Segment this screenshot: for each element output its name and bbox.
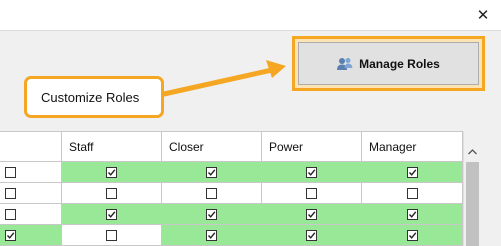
scroll-thumb[interactable] — [466, 162, 479, 246]
cell-power[interactable] — [262, 204, 362, 225]
cell-closer[interactable] — [162, 183, 262, 204]
cell-staff[interactable] — [62, 183, 162, 204]
checkbox-staff[interactable] — [106, 166, 117, 178]
title-bar: ✕ — [0, 0, 501, 30]
table-row[interactable] — [0, 162, 463, 183]
checkbox-closer[interactable] — [206, 187, 217, 199]
check-icon — [307, 231, 316, 239]
table-row[interactable] — [0, 183, 463, 204]
column-header-power[interactable]: Power — [262, 132, 362, 162]
checkbox-staff[interactable] — [106, 208, 117, 220]
check-icon — [307, 210, 316, 218]
cell-closer[interactable] — [162, 225, 262, 246]
cell-power[interactable] — [262, 162, 362, 183]
check-icon — [408, 210, 416, 218]
callout-text: Customize Roles — [41, 89, 140, 105]
customize-roles-callout: Customize Roles — [24, 76, 164, 118]
table-row[interactable] — [0, 204, 463, 225]
cell-closer[interactable] — [162, 162, 262, 183]
check-icon — [408, 231, 416, 239]
checkbox-closer[interactable] — [206, 229, 217, 241]
column-header-manager[interactable]: Manager — [362, 132, 463, 162]
vertical-scrollbar[interactable] — [463, 131, 501, 246]
checkbox-closer[interactable] — [206, 208, 217, 220]
row-select-checkbox[interactable] — [5, 187, 16, 199]
manage-roles-button[interactable]: Manage Roles — [298, 42, 479, 85]
checkbox-manager[interactable] — [406, 229, 418, 241]
column-header-closer[interactable]: Closer — [162, 132, 262, 162]
column-header-staff[interactable]: Staff — [62, 132, 162, 162]
checkbox-closer[interactable] — [206, 166, 217, 178]
cell-staff[interactable] — [62, 162, 162, 183]
row-select-checkbox[interactable] — [5, 166, 16, 178]
row-select-cell[interactable] — [0, 225, 62, 246]
row-select-checkbox[interactable] — [5, 208, 16, 220]
scroll-up-button[interactable] — [464, 143, 481, 160]
row-select-cell[interactable] — [0, 183, 62, 204]
roles-grid: Staff Closer Power Manager — [0, 131, 463, 246]
row-select-cell[interactable] — [0, 204, 62, 225]
checkbox-power[interactable] — [306, 208, 317, 220]
close-icon: ✕ — [476, 6, 490, 24]
checkbox-manager[interactable] — [406, 166, 418, 178]
checkbox-power[interactable] — [306, 166, 317, 178]
grid-header: Staff Closer Power Manager — [0, 132, 463, 162]
cell-closer[interactable] — [162, 204, 262, 225]
check-icon — [408, 168, 416, 176]
checkbox-staff[interactable] — [106, 229, 117, 241]
users-icon — [337, 57, 353, 71]
checkbox-power[interactable] — [306, 187, 317, 199]
check-icon — [307, 168, 316, 176]
check-icon — [6, 231, 15, 239]
checkbox-staff[interactable] — [106, 187, 117, 199]
chevron-up-icon — [468, 148, 477, 154]
cell-staff[interactable] — [62, 204, 162, 225]
check-icon — [207, 210, 216, 218]
check-icon — [207, 231, 216, 239]
checkbox-manager[interactable] — [406, 187, 418, 199]
column-header-select[interactable] — [0, 132, 62, 162]
cell-manager[interactable] — [362, 162, 463, 183]
row-select-cell[interactable] — [0, 162, 62, 183]
cell-manager[interactable] — [362, 204, 463, 225]
cell-manager[interactable] — [362, 183, 463, 204]
close-button[interactable]: ✕ — [473, 6, 493, 24]
cell-power[interactable] — [262, 225, 362, 246]
app-window: ✕ Manage Roles Customize Roles Staff Clo… — [0, 0, 501, 246]
cell-staff[interactable] — [62, 225, 162, 246]
check-icon — [207, 168, 216, 176]
cell-power[interactable] — [262, 183, 362, 204]
row-select-checkbox[interactable] — [5, 229, 16, 241]
manage-roles-label: Manage Roles — [359, 56, 440, 71]
check-icon — [107, 210, 116, 218]
checkbox-manager[interactable] — [406, 208, 418, 220]
check-icon — [107, 168, 116, 176]
checkbox-power[interactable] — [306, 229, 317, 241]
cell-manager[interactable] — [362, 225, 463, 246]
table-row[interactable] — [0, 225, 463, 246]
